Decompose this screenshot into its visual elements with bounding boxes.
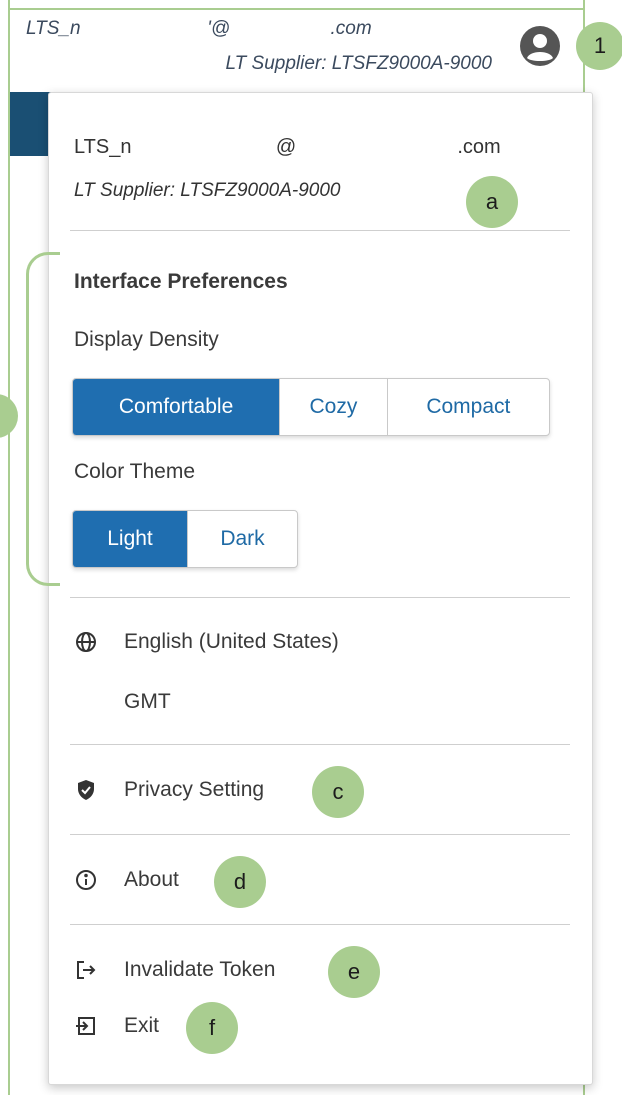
language-label: English (United States) (124, 630, 339, 653)
globe-icon (74, 630, 98, 654)
interface-preferences-title: Interface Preferences (74, 270, 288, 293)
header-email: LTS_n '@ .com (26, 18, 372, 39)
annotation-badge-a: a (466, 176, 518, 228)
display-density-label: Display Density (74, 328, 219, 351)
divider (70, 834, 570, 835)
user-circle-icon[interactable] (518, 24, 562, 68)
annotation-frame-left (8, 0, 10, 1095)
logout-icon (74, 958, 98, 982)
theme-light-button[interactable]: Light (73, 511, 188, 567)
header-supplier: LT Supplier: LTSFZ9000A-9000 (225, 53, 493, 74)
annotation-bracket (26, 252, 60, 586)
density-compact-button[interactable]: Compact (388, 379, 549, 435)
annotation-badge-f: f (186, 1002, 238, 1054)
annotation-badge-e: e (328, 946, 380, 998)
annotation-badge-1: 1 (576, 22, 622, 70)
shield-check-icon (74, 778, 98, 802)
annotation-badge-c: c (312, 766, 364, 818)
exit-icon (74, 1014, 98, 1038)
menu-user-email: LTS_n @ .com (74, 136, 501, 158)
density-comfortable-button[interactable]: Comfortable (73, 379, 281, 435)
info-icon (74, 868, 98, 892)
divider (70, 597, 570, 598)
color-theme-selector: Light Dark (72, 510, 298, 568)
theme-dark-button[interactable]: Dark (188, 511, 297, 567)
timezone-label[interactable]: GMT (124, 690, 171, 714)
about-label: About (124, 868, 179, 891)
menu-user-supplier: LT Supplier: LTSFZ9000A-9000 (74, 180, 341, 201)
language-setting[interactable]: English (United States) (74, 630, 339, 654)
privacy-setting-item[interactable]: Privacy Setting (74, 778, 264, 802)
privacy-setting-label: Privacy Setting (124, 778, 265, 801)
exit-item[interactable]: Exit (74, 1014, 159, 1038)
user-menu-dropdown (48, 92, 593, 1085)
annotation-frame-top (8, 8, 585, 10)
annotation-badge-d: d (214, 856, 266, 908)
color-theme-label: Color Theme (74, 460, 195, 483)
divider (70, 924, 570, 925)
density-cozy-button[interactable]: Cozy (280, 379, 388, 435)
invalidate-token-item[interactable]: Invalidate Token (74, 958, 275, 982)
divider (70, 744, 570, 745)
exit-label: Exit (124, 1014, 160, 1037)
invalidate-token-label: Invalidate Token (124, 958, 276, 981)
about-item[interactable]: About (74, 868, 179, 892)
divider (70, 230, 570, 231)
display-density-selector: Comfortable Cozy Compact (72, 378, 550, 436)
annotation-badge-b (0, 394, 18, 438)
app-header-strip (10, 92, 52, 156)
